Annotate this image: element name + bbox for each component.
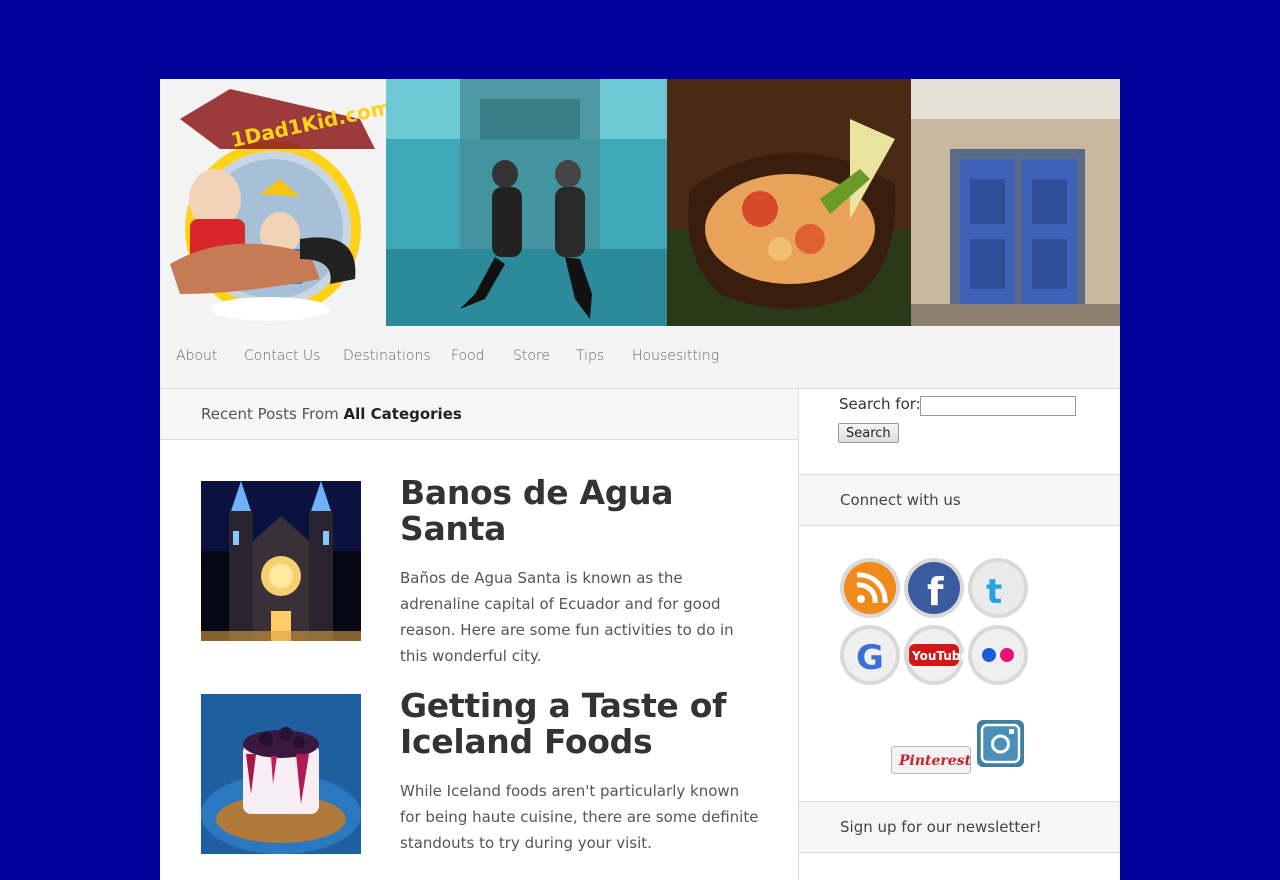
- nav-item-about[interactable]: About: [176, 348, 217, 364]
- nav-item-destinations[interactable]: Destinations: [343, 348, 431, 364]
- sidebar: Search for: Search Connect with us f t G…: [799, 389, 1120, 880]
- svg-text:Pinterest: Pinterest: [898, 753, 971, 769]
- search-button[interactable]: Search: [838, 423, 899, 443]
- instagram-icon[interactable]: [976, 719, 1025, 768]
- page-container: 1Dad1Kid.com About Contact Us Destinatio…: [160, 79, 1120, 880]
- youtube-icon[interactable]: YouTube: [903, 624, 969, 686]
- post-title[interactable]: Getting a Taste of Iceland Foods: [400, 688, 760, 760]
- twitter-icon[interactable]: t: [967, 557, 1029, 619]
- svg-text:YouTube: YouTube: [911, 649, 965, 663]
- recent-posts-label: Recent Posts From All Categories: [201, 405, 462, 423]
- main-nav: About Contact Us Destinations Food Store…: [160, 326, 1120, 389]
- banner-collage: 1Dad1Kid.com: [160, 79, 1120, 326]
- nav-item-food[interactable]: Food: [451, 348, 485, 364]
- post-excerpt: Baños de Agua Santa is known as the adre…: [400, 569, 734, 665]
- recent-category[interactable]: All Categories: [344, 405, 462, 423]
- nav-item-housesitting[interactable]: Housesitting: [632, 348, 719, 364]
- pinterest-button[interactable]: Pinterest: [891, 746, 972, 774]
- iceland-dessert-image: [201, 694, 361, 854]
- nav-item-contact-us[interactable]: Contact Us: [244, 348, 320, 364]
- google-icon[interactable]: G: [839, 624, 901, 686]
- recent-posts-header: Recent Posts From All Categories: [160, 389, 798, 440]
- newsletter-title: Sign up for our newsletter!: [840, 818, 1042, 836]
- svg-text:f: f: [927, 570, 944, 614]
- search-label: Search for:: [839, 395, 921, 413]
- connect-widget-header: Connect with us: [799, 474, 1120, 526]
- search-input[interactable]: [920, 396, 1076, 416]
- post-title[interactable]: Banos de Agua Santa: [400, 475, 760, 547]
- facebook-icon[interactable]: f: [903, 557, 965, 619]
- church-night-image: [201, 481, 361, 641]
- post-item: Getting a Taste of Iceland Foods While I…: [201, 688, 761, 864]
- post-thumbnail[interactable]: [201, 694, 361, 854]
- main-content: Recent Posts From All Categories Banos d…: [160, 389, 799, 880]
- post-item: Banos de Agua Santa Baños de Agua Santa …: [201, 475, 761, 665]
- newsletter-widget-header: Sign up for our newsletter!: [799, 801, 1120, 853]
- post-thumbnail[interactable]: [201, 481, 361, 641]
- recent-prefix: Recent Posts From: [201, 405, 339, 423]
- flickr-icon[interactable]: [967, 624, 1029, 686]
- svg-text:t: t: [986, 572, 1002, 612]
- rss-icon[interactable]: [839, 557, 901, 619]
- svg-text:G: G: [856, 638, 884, 678]
- connect-title: Connect with us: [840, 491, 961, 509]
- nav-item-tips[interactable]: Tips: [576, 348, 604, 364]
- post-excerpt: While Iceland foods aren't particularly …: [400, 782, 759, 852]
- nav-item-store[interactable]: Store: [513, 348, 550, 364]
- header-banner[interactable]: 1Dad1Kid.com: [160, 79, 1120, 326]
